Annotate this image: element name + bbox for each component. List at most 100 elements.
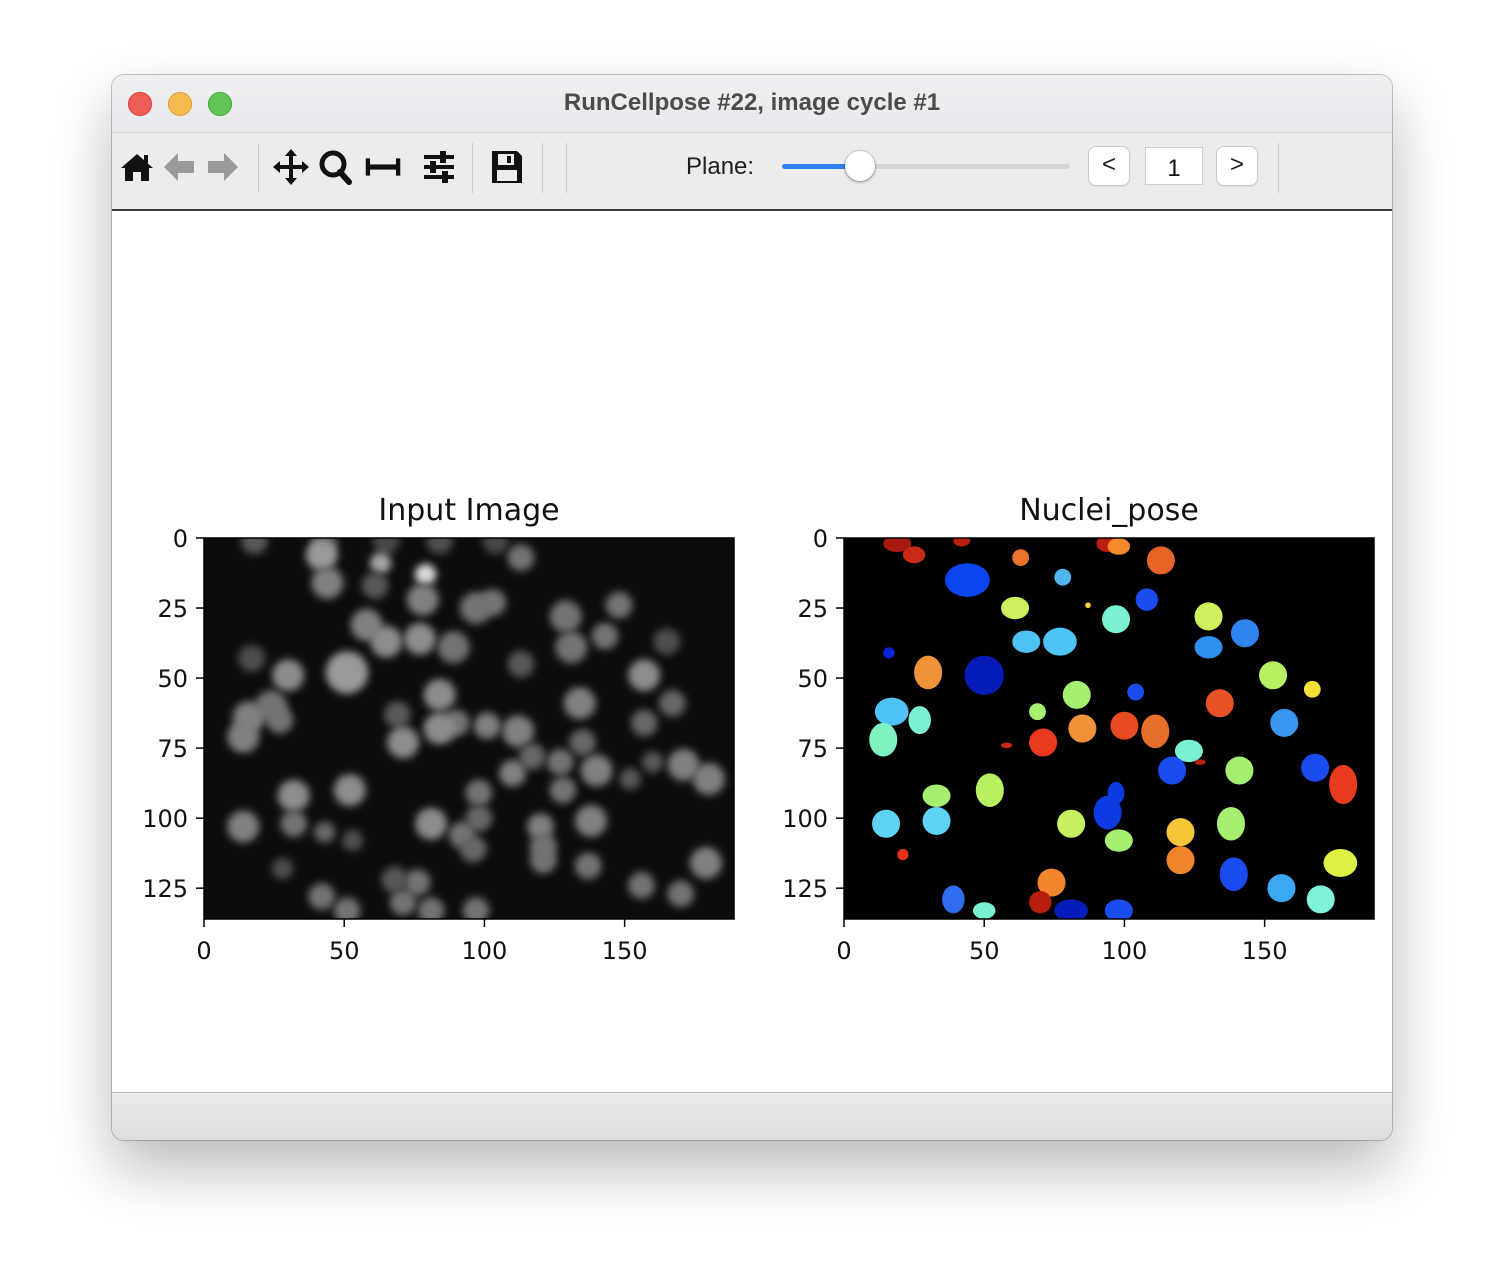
nucleus-blob xyxy=(473,712,501,740)
nucleus-blob xyxy=(423,678,456,711)
plane-slider[interactable] xyxy=(782,151,1070,181)
nucleus-blob xyxy=(238,645,265,672)
nucleus-blob xyxy=(462,897,490,919)
segmented-nucleus xyxy=(1216,806,1246,841)
previous-plane-button[interactable]: < xyxy=(1089,147,1129,185)
toolbar-separator xyxy=(542,143,543,193)
segmented-nucleus xyxy=(1135,588,1159,611)
nucleus-blob xyxy=(277,779,310,812)
home-icon[interactable] xyxy=(118,145,156,189)
nucleus-blob xyxy=(502,715,535,748)
segmented-nucleus xyxy=(1101,605,1131,634)
segmented-nucleus xyxy=(922,784,951,807)
nucleus-blob xyxy=(414,563,437,586)
segmented-nucleus xyxy=(1057,809,1086,838)
segmented-nucleus xyxy=(1194,759,1206,765)
image-panel-1: Input Image 0 25 50 75 100 125 0 50 100 150 xyxy=(142,493,735,965)
nucleus-blob xyxy=(605,591,633,619)
y-tick-label: 100 xyxy=(782,805,828,833)
segmented-nucleus xyxy=(1205,689,1234,718)
y-tick-label: 0 xyxy=(813,525,828,553)
zoom-icon[interactable] xyxy=(316,145,354,189)
segmented-nucleus xyxy=(1194,636,1223,659)
segmented-nucleus xyxy=(1029,728,1058,757)
forward-arrow-icon[interactable] xyxy=(204,145,242,189)
nucleus-blob xyxy=(575,804,607,837)
segmented-nucleus xyxy=(869,722,898,757)
nucleus-blob xyxy=(415,807,448,840)
segmented-nucleus xyxy=(1012,630,1041,653)
nucleus-blob xyxy=(507,650,535,678)
segmented-nucleus xyxy=(1158,756,1187,785)
segmented-nucleus xyxy=(1301,753,1330,782)
back-arrow-icon[interactable] xyxy=(160,145,198,189)
segmented-nucleus xyxy=(1166,818,1195,847)
toolbar-separator xyxy=(566,143,567,193)
nucleus-blob xyxy=(308,883,336,910)
nucleus-blob xyxy=(406,583,439,616)
toolbar-separator xyxy=(258,143,259,193)
title-bar[interactable]: RunCellpose #22, image cycle #1 xyxy=(112,75,1392,133)
nucleus-blob xyxy=(341,829,364,852)
nucleus-blob xyxy=(642,751,664,773)
nucleus-blob xyxy=(271,857,294,880)
save-icon[interactable] xyxy=(488,145,526,189)
nucleus-blob xyxy=(370,625,403,658)
nucleus-blob xyxy=(437,631,470,664)
nucleus-blob xyxy=(574,852,602,880)
segmented-nucleus xyxy=(1029,703,1046,721)
nucleus-blob xyxy=(311,566,344,599)
y-tick-label: 25 xyxy=(797,595,828,623)
nucleus-blob xyxy=(628,872,655,899)
nucleus-blob xyxy=(227,720,260,753)
segmented-nucleus xyxy=(1323,848,1358,877)
segmented-nucleus xyxy=(908,706,931,735)
segmented-nucleus xyxy=(897,848,909,861)
segmented-nucleus xyxy=(1068,714,1097,743)
segmented-nucleus xyxy=(922,806,951,835)
next-plane-button[interactable]: > xyxy=(1217,147,1257,185)
nucleus-blob xyxy=(529,846,557,874)
nucleus-blob xyxy=(403,622,436,655)
nucleus-blob xyxy=(658,689,686,717)
plane-label: Plane: xyxy=(686,153,755,180)
configure-icon[interactable] xyxy=(420,145,458,189)
segmented-nucleus xyxy=(944,563,990,597)
nucleus-blob xyxy=(381,866,409,894)
y-tick-label: 75 xyxy=(797,735,828,763)
nucleus-blob xyxy=(372,538,400,555)
segmented-nucleus xyxy=(1085,602,1091,609)
nucleus-blob xyxy=(630,709,658,737)
segmented-nucleus xyxy=(1012,549,1030,567)
segmented-nucleus xyxy=(1303,680,1321,698)
toolbar-separator xyxy=(1278,143,1279,193)
nucleus-blob xyxy=(426,538,453,555)
x-tick-label: 50 xyxy=(329,937,360,965)
panel-title: Input Image xyxy=(378,493,559,528)
nucleus-blob xyxy=(549,776,577,804)
segmented-nucleus xyxy=(1270,708,1299,737)
nucleus-blob xyxy=(692,762,725,795)
nucleus-blob xyxy=(423,712,456,745)
segmented-nucleus xyxy=(1146,546,1175,575)
nucleus-blob xyxy=(272,659,305,692)
figure-canvas[interactable]: Input Image 0 25 50 75 100 125 0 50 100 150 Nuclei_… xyxy=(112,211,1392,1092)
nucleus-blob xyxy=(325,651,369,694)
nucleus-blob xyxy=(555,631,588,664)
segmented-nucleus xyxy=(975,773,1004,807)
segmented-nucleus xyxy=(1259,661,1288,690)
y-tick-label: 0 xyxy=(173,525,188,553)
subplots-icon[interactable] xyxy=(364,145,402,189)
navigation-toolbar: Plane: < 1 > xyxy=(112,133,1392,211)
segmented-nucleus xyxy=(1230,619,1260,648)
x-tick-label: 0 xyxy=(196,937,211,965)
plane-slider-handle[interactable] xyxy=(844,151,875,181)
nucleus-blob xyxy=(387,726,420,759)
toolbar-separator xyxy=(472,143,473,193)
plane-number-field[interactable]: 1 xyxy=(1146,148,1202,184)
pan-icon[interactable] xyxy=(272,145,310,189)
segmented-nucleus xyxy=(1110,711,1139,740)
segmented-nucleus xyxy=(1225,756,1254,785)
segmented-nucleus xyxy=(1001,596,1030,620)
x-tick-label: 0 xyxy=(836,937,851,965)
